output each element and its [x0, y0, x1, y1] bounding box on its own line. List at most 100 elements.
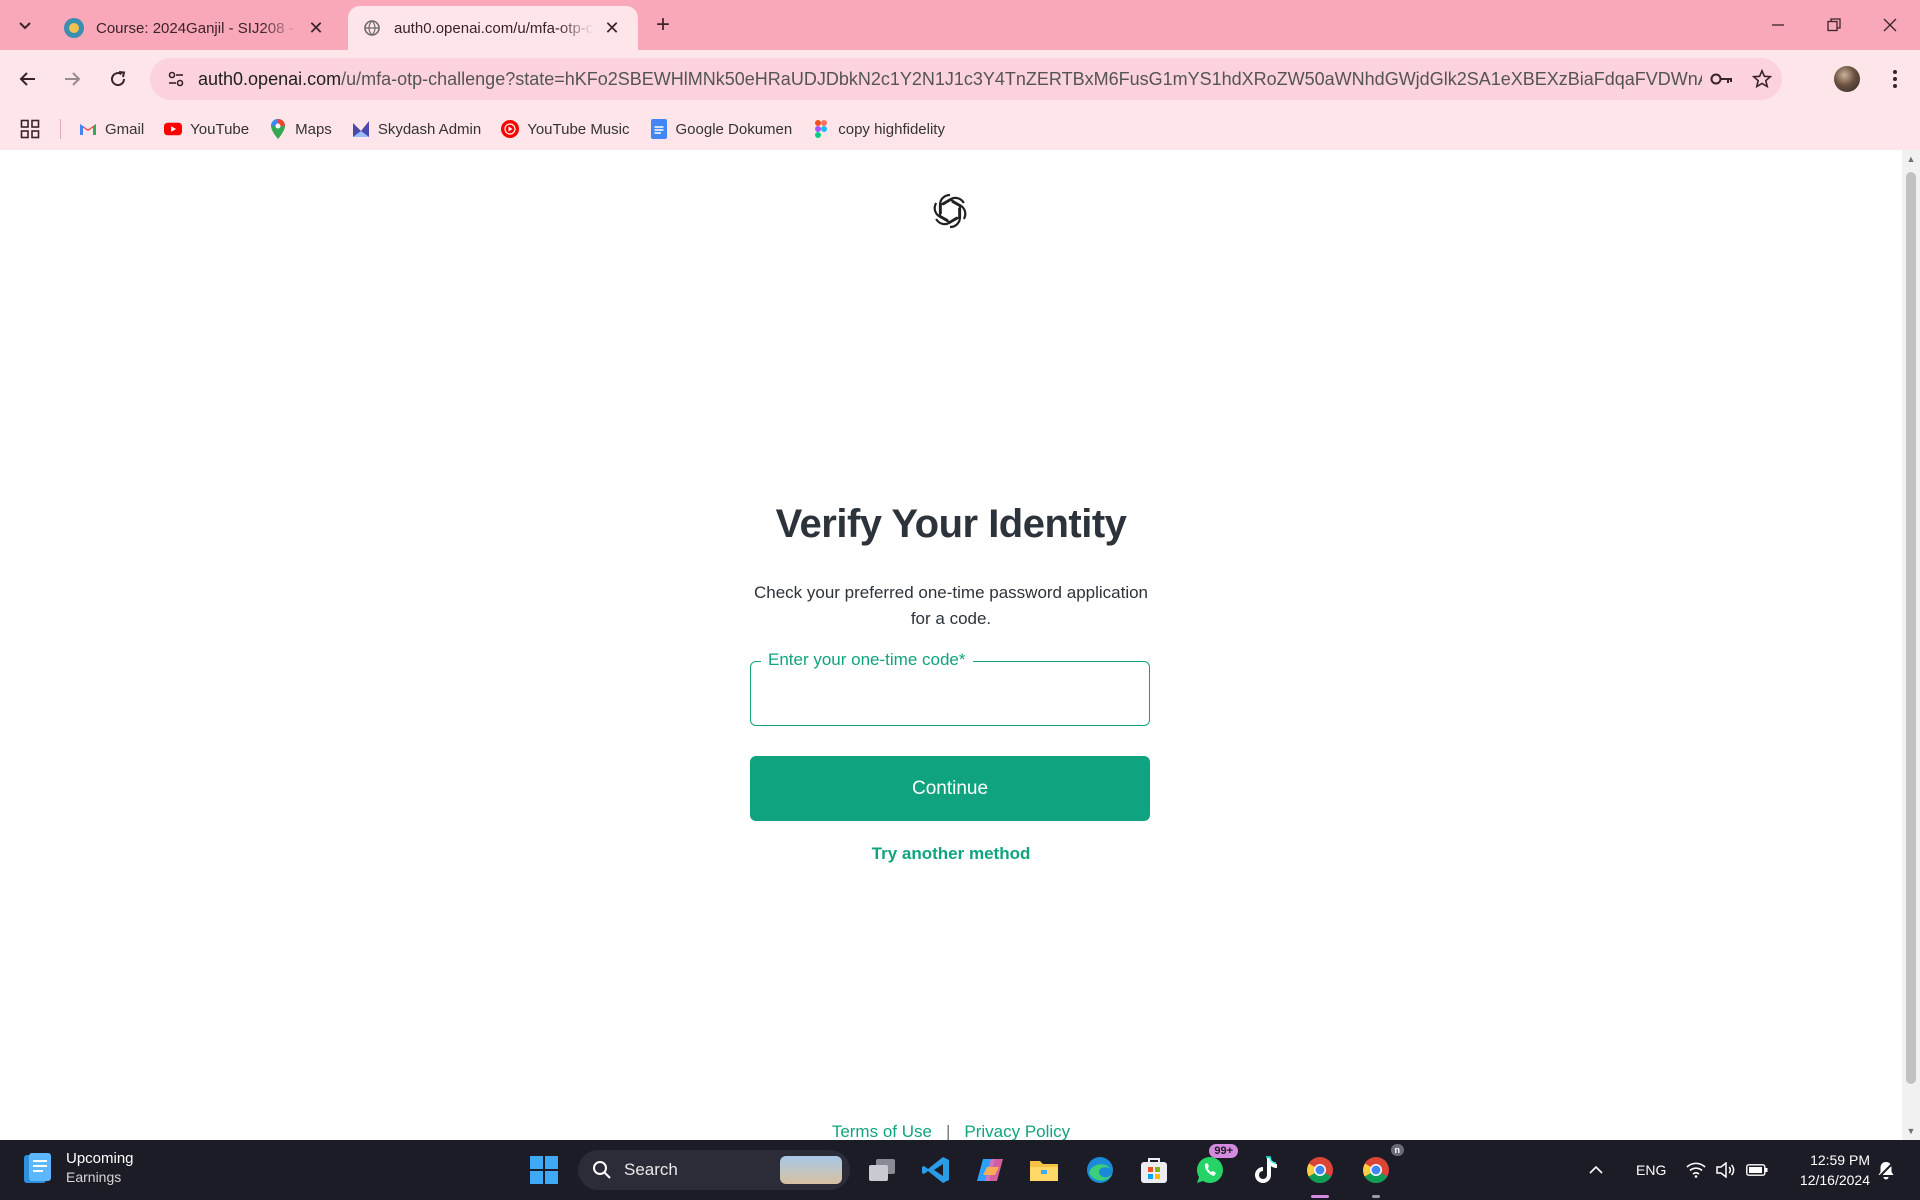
more-vert-icon [1893, 70, 1897, 88]
arrow-left-icon [19, 72, 35, 86]
edge-button[interactable] [1080, 1150, 1120, 1190]
close-window-button[interactable] [1862, 0, 1918, 50]
task-view-button[interactable] [862, 1150, 902, 1190]
taskbar-search[interactable]: Search [578, 1150, 850, 1190]
footer-divider: | [945, 1122, 951, 1140]
bookmark-figma[interactable]: copy highfidelity [812, 120, 945, 138]
minimize-button[interactable] [1750, 0, 1806, 50]
apps-button[interactable] [20, 119, 40, 139]
privacy-link[interactable]: Privacy Policy [964, 1122, 1070, 1140]
restore-button[interactable] [1806, 0, 1862, 50]
continue-button[interactable]: Continue [750, 756, 1150, 821]
url-path: /u/mfa-otp-challenge?state=hKFo2SBEWHlMN… [341, 68, 1702, 89]
bookmark-google-docs[interactable]: Google Dokumen [650, 119, 792, 139]
battery-icon[interactable] [1746, 1140, 1768, 1200]
bookmarks-bar: Gmail YouTube Maps Skydash Admin YouTube… [0, 108, 1920, 150]
tab-course[interactable]: Course: 2024Ganjil - SIJ208 - Pe ✕ [50, 6, 342, 50]
bookmark-label: YouTube [190, 120, 250, 138]
reload-button[interactable] [98, 59, 138, 99]
otp-code-input[interactable] [751, 662, 1149, 725]
tab-title: auth0.openai.com/u/mfa-otp-ch [394, 19, 594, 37]
widget-title: Upcoming [66, 1150, 134, 1167]
weather-widget[interactable]: Upcoming Earnings [22, 1150, 134, 1185]
copilot-button[interactable] [970, 1150, 1010, 1190]
address-bar[interactable]: auth0.openai.com/u/mfa-otp-challenge?sta… [150, 58, 1782, 100]
profile-badge: n [1390, 1144, 1404, 1156]
close-icon[interactable]: ✕ [600, 16, 624, 40]
bookmark-divider [60, 119, 61, 139]
start-button[interactable] [524, 1150, 564, 1190]
youtube-icon [164, 120, 183, 138]
tab-title: Course: 2024Ganjil - SIJ208 - Pe [96, 19, 298, 37]
bookmark-youtube-music[interactable]: YouTube Music [501, 120, 630, 138]
taskbar: Upcoming Earnings Search 99+ n ENG 12:59… [0, 1140, 1920, 1200]
tiktok-icon [1255, 1156, 1277, 1183]
file-explorer-button[interactable] [1024, 1150, 1064, 1190]
figma-icon [812, 120, 830, 138]
chrome-button[interactable] [1300, 1150, 1340, 1198]
star-icon[interactable] [1742, 59, 1782, 99]
wifi-icon[interactable] [1686, 1140, 1706, 1200]
search-label: Search [624, 1160, 678, 1179]
restore-icon [1827, 18, 1841, 32]
footer-links: Terms of Use | Privacy Policy [0, 1122, 1902, 1140]
reload-icon [111, 71, 126, 87]
store-button[interactable] [1134, 1150, 1174, 1190]
running-indicator [1372, 1195, 1380, 1198]
moodle-icon [64, 18, 84, 38]
search-highlight-image [780, 1156, 842, 1184]
bell-icon [1877, 1161, 1895, 1180]
tiktok-button[interactable] [1246, 1150, 1286, 1190]
instruction-text: Check your preferred one-time password a… [753, 583, 1149, 628]
otp-code-label: Enter your one-time code* [761, 650, 973, 670]
apps-grid-icon [20, 119, 40, 139]
youtube-music-icon [501, 120, 520, 138]
chevron-down-icon [19, 22, 31, 30]
try-another-method-link[interactable]: Try another method [0, 844, 1902, 864]
chrome-profile-button[interactable]: n [1356, 1144, 1404, 1198]
volume-icon[interactable] [1716, 1140, 1736, 1200]
bookmark-gmail[interactable]: Gmail [79, 120, 144, 138]
close-icon[interactable]: ✕ [304, 16, 328, 40]
plus-icon: + [655, 11, 670, 38]
clock[interactable]: 12:59 PM 12/16/2024 [1782, 1150, 1870, 1190]
maps-icon [269, 119, 287, 139]
avatar[interactable] [1834, 66, 1860, 92]
page-title: Verify Your Identity [775, 502, 1127, 546]
chevron-up-icon [1589, 1165, 1603, 1174]
bookmark-label: Gmail [105, 120, 145, 138]
scroll-up-icon[interactable]: ▲ [1906, 154, 1916, 164]
windows-icon [530, 1156, 558, 1184]
bookmark-maps[interactable]: Maps [269, 119, 332, 139]
close-icon [1883, 18, 1897, 32]
notification-center-button[interactable] [1876, 1140, 1896, 1200]
vscode-button[interactable] [916, 1150, 956, 1190]
menu-button[interactable] [1880, 62, 1910, 96]
back-button[interactable] [8, 59, 48, 99]
store-icon [1141, 1158, 1167, 1183]
scrollbar-thumb[interactable] [1906, 172, 1916, 1084]
vscode-icon [922, 1157, 949, 1183]
copilot-icon [977, 1159, 1003, 1181]
page-scrollbar[interactable]: ▲ ▼ [1902, 150, 1920, 1140]
folder-icon [1030, 1161, 1058, 1181]
whatsapp-button[interactable]: 99+ [1190, 1144, 1238, 1190]
show-hidden-icons-button[interactable] [1588, 1140, 1604, 1200]
clock-date: 12/16/2024 [1799, 1172, 1870, 1188]
tab-auth0[interactable]: auth0.openai.com/u/mfa-otp-ch ✕ [348, 6, 638, 50]
forward-button[interactable] [52, 59, 92, 99]
bookmark-skydash[interactable]: Skydash Admin [352, 120, 481, 138]
new-tab-button[interactable]: + [648, 10, 678, 40]
bookmark-label: Skydash Admin [377, 120, 482, 138]
scroll-down-icon[interactable]: ▼ [1906, 1126, 1916, 1136]
globe-icon [362, 18, 382, 38]
bookmark-youtube[interactable]: YouTube [164, 120, 249, 138]
otp-code-field[interactable]: Enter your one-time code* [750, 650, 1150, 726]
tab-search-button[interactable] [8, 9, 42, 41]
terms-link[interactable]: Terms of Use [832, 1122, 932, 1140]
site-info-icon[interactable] [164, 67, 188, 91]
skydash-icon [352, 120, 370, 138]
language-indicator[interactable]: ENG [1636, 1140, 1666, 1200]
key-icon[interactable] [1702, 59, 1742, 99]
url-text[interactable]: auth0.openai.com/u/mfa-otp-challenge?sta… [198, 69, 1702, 90]
